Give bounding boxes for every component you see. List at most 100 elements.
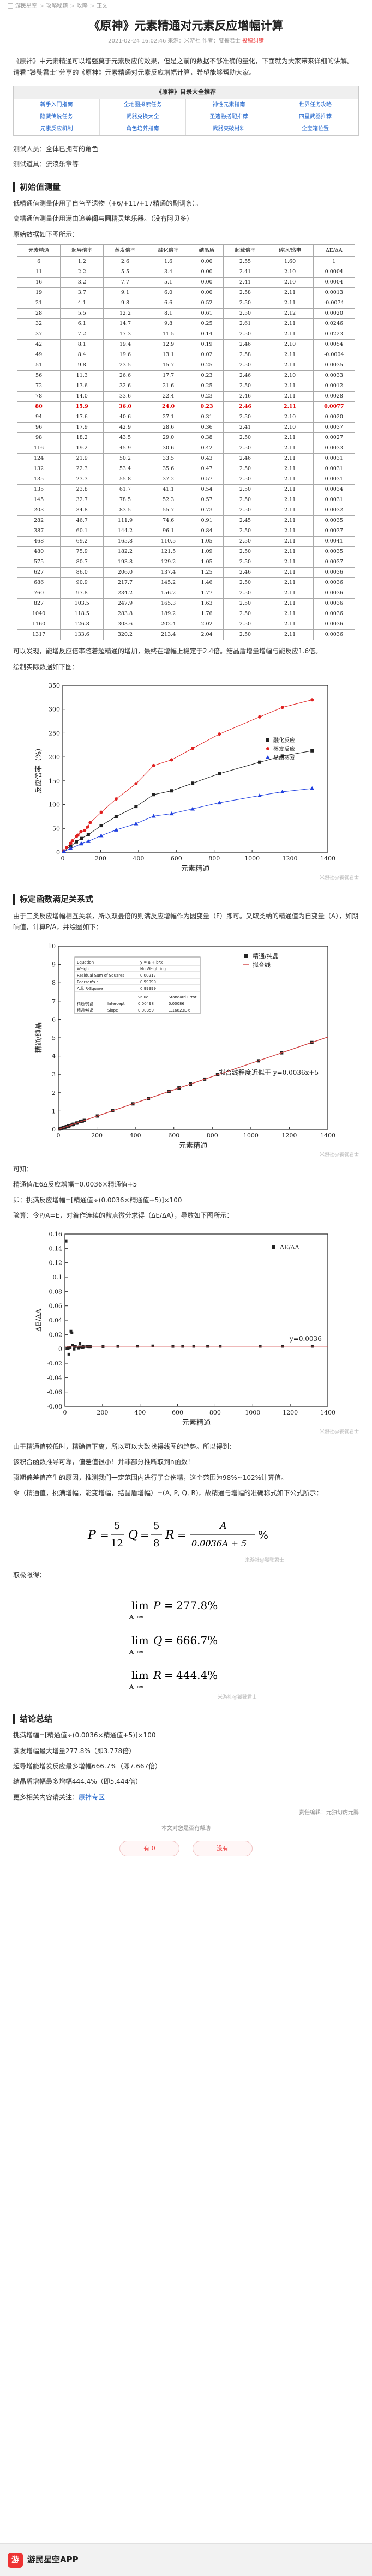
table-row: 124 21.9 50.2 33.5 0.43 2.46 2.11 0.0031 (16, 453, 356, 465)
vote-no-button[interactable]: 没有 (193, 1841, 253, 1857)
guide-nav-link[interactable]: 全宝箱位置 (272, 123, 358, 135)
data-point (134, 821, 139, 826)
table-cell: 0.02 (189, 350, 224, 361)
table-cell: 45.9 (103, 443, 147, 454)
table-cell: 2.61 (223, 318, 267, 330)
svg-text:A→∞: A→∞ (129, 1683, 143, 1690)
table-cell: 83.5 (103, 505, 147, 516)
table-cell: 2.50 (223, 536, 267, 547)
table-cell: 1.09 (189, 546, 224, 558)
breadcrumb-guides[interactable]: 攻略秘籍 (46, 2, 68, 11)
after-deriv-1: 由于精通值较低时，精确值下离，所以可以大致找得线图的趋势。所以得到： (13, 1442, 236, 1450)
table-cell: 2.02 (189, 619, 224, 630)
table-cell: 7.2 (60, 329, 104, 340)
app-download-bar[interactable]: 游 游民星空APP (0, 2543, 372, 2576)
vote-yes-button[interactable]: 有 0 (119, 1841, 179, 1857)
guide-nav-link[interactable]: 世界任务攻略 (272, 99, 358, 111)
conclusion-2: 蒸发增幅最大增量277.8%（即3.778倍） (13, 1747, 136, 1755)
table-cell: 43.5 (103, 432, 147, 444)
table-cell: 6.6 (146, 298, 190, 309)
table-cell: 2.46 (223, 370, 267, 382)
svg-text:P: P (153, 1599, 161, 1612)
y-tick-label: 0.04 (49, 1317, 63, 1324)
table-cell: 8.1 (60, 339, 104, 351)
table-cell: 145 (16, 495, 61, 506)
guide-nav-link[interactable]: 四星武器推荐 (272, 111, 358, 123)
guide-nav-link[interactable]: 武器兑换大全 (100, 111, 186, 123)
initial-text-3: 原始数据如下图所示： (13, 230, 79, 238)
svg-text:666.7%: 666.7% (176, 1634, 218, 1647)
guide-nav-link[interactable]: 角色培养指南 (100, 123, 186, 135)
table-cell: 2.11 (266, 505, 314, 516)
x-tick-label: 200 (91, 1132, 103, 1139)
table-cell: 189.2 (146, 609, 190, 620)
table-cell: 27.1 (146, 412, 190, 423)
table-header-cell: 融化倍率 (146, 244, 190, 257)
app-name: 游民星空APP (27, 2554, 79, 2565)
table-cell: 8.1 (146, 308, 190, 320)
table-cell: 28 (16, 308, 61, 320)
breadcrumb-strategy[interactable]: 攻略 (77, 2, 88, 11)
table-cell: 126.8 (60, 619, 104, 630)
vote-row: 有 0 没有 (0, 1841, 372, 1857)
table-cell: 13.1 (146, 350, 190, 361)
x-tick-label: 1200 (283, 1409, 298, 1416)
data-point (244, 954, 248, 958)
data-point (258, 715, 262, 719)
x-tick-label: 400 (130, 1132, 141, 1139)
report-link[interactable]: 投稿纠错 (242, 38, 264, 44)
table-cell: 145.2 (146, 577, 190, 589)
genshin-zone-link[interactable]: 原神专区 (79, 1793, 105, 1801)
table-cell: 2.11 (266, 432, 314, 444)
table-cell: 0.0012 (313, 381, 356, 392)
guide-nav-link[interactable]: 圣遗物搭配推荐 (186, 111, 272, 123)
table-row: 1040 118.5 283.8 189.2 1.76 2.50 2.11 0.0036 (16, 609, 356, 620)
data-point (218, 772, 221, 775)
guide-nav-link[interactable]: 神性元素指南 (186, 99, 272, 111)
editor-line: 责任编辑：元独幻虎元鹏 (299, 1810, 359, 1816)
guide-nav-link[interactable]: 新手入门指南 (14, 99, 100, 111)
table-cell: 0.0027 (313, 432, 356, 444)
table-row: 827 103.5 247.9 165.3 1.63 2.50 2.11 0.0036 (16, 598, 356, 610)
home-icon[interactable] (8, 3, 13, 9)
table-cell: 9.1 (103, 287, 147, 299)
table-cell: 3.2 (60, 277, 104, 288)
table-cell: 2.41 (223, 267, 267, 278)
reaction-scatter-chart: 0 200 400 600 800 1000 1200 1400 0 50 100 150 200 250… (34, 682, 335, 873)
table-cell: 0.36 (189, 422, 224, 434)
more-line: 更多相关内容请关注：原神专区 (13, 1792, 359, 1803)
table-cell: 42.9 (103, 422, 147, 434)
x-tick-label: 1000 (243, 1132, 259, 1139)
data-point (266, 755, 270, 759)
svg-text:lim: lim (131, 1599, 149, 1612)
breadcrumb-home[interactable]: 游民星空 (15, 2, 37, 11)
table-cell: 33.6 (103, 391, 147, 402)
table-cell: 17.9 (60, 422, 104, 434)
y-tick-label: 9 (52, 961, 56, 968)
watermark-1: 米游社@饕餮君士 (319, 875, 359, 881)
test-chars: 测试人员：全体已拥有的角色 (13, 145, 99, 153)
y-tick-label: 6 (52, 1016, 56, 1023)
table-cell: 2.50 (223, 464, 267, 475)
table-cell: 0.0035 (313, 546, 356, 558)
guide-nav-link[interactable]: 武器突破材料 (186, 123, 272, 135)
table-cell: 2.50 (223, 360, 267, 371)
x-tick-label: 0 (61, 855, 65, 862)
table-header-cell: 超载倍率 (223, 244, 267, 257)
table-cell: 40.6 (103, 412, 147, 423)
guide-nav-link[interactable]: 隐藏传说任务 (14, 111, 100, 123)
section-conclusion: 结论总结 (13, 1713, 359, 1725)
y-tick-label: -0.02 (47, 1360, 62, 1367)
table-cell: 0.73 (189, 505, 224, 516)
table-cell: 0.0037 (313, 557, 356, 568)
inset-value: 0.00217 (140, 973, 156, 978)
table-cell: 0.0223 (313, 329, 356, 340)
guide-nav-link[interactable]: 元素反应机制 (14, 123, 100, 135)
table-cell: 0.0031 (313, 453, 356, 465)
table-cell: 9.8 (60, 360, 104, 371)
table-row: 1160 126.8 303.6 202.4 2.02 2.50 2.11 0.0036 (16, 619, 356, 630)
guide-nav-link[interactable]: 全地图探索任务 (100, 99, 186, 111)
data-point (310, 749, 314, 753)
table-cell: 165.8 (103, 536, 147, 547)
table-cell: 2.50 (223, 577, 267, 589)
